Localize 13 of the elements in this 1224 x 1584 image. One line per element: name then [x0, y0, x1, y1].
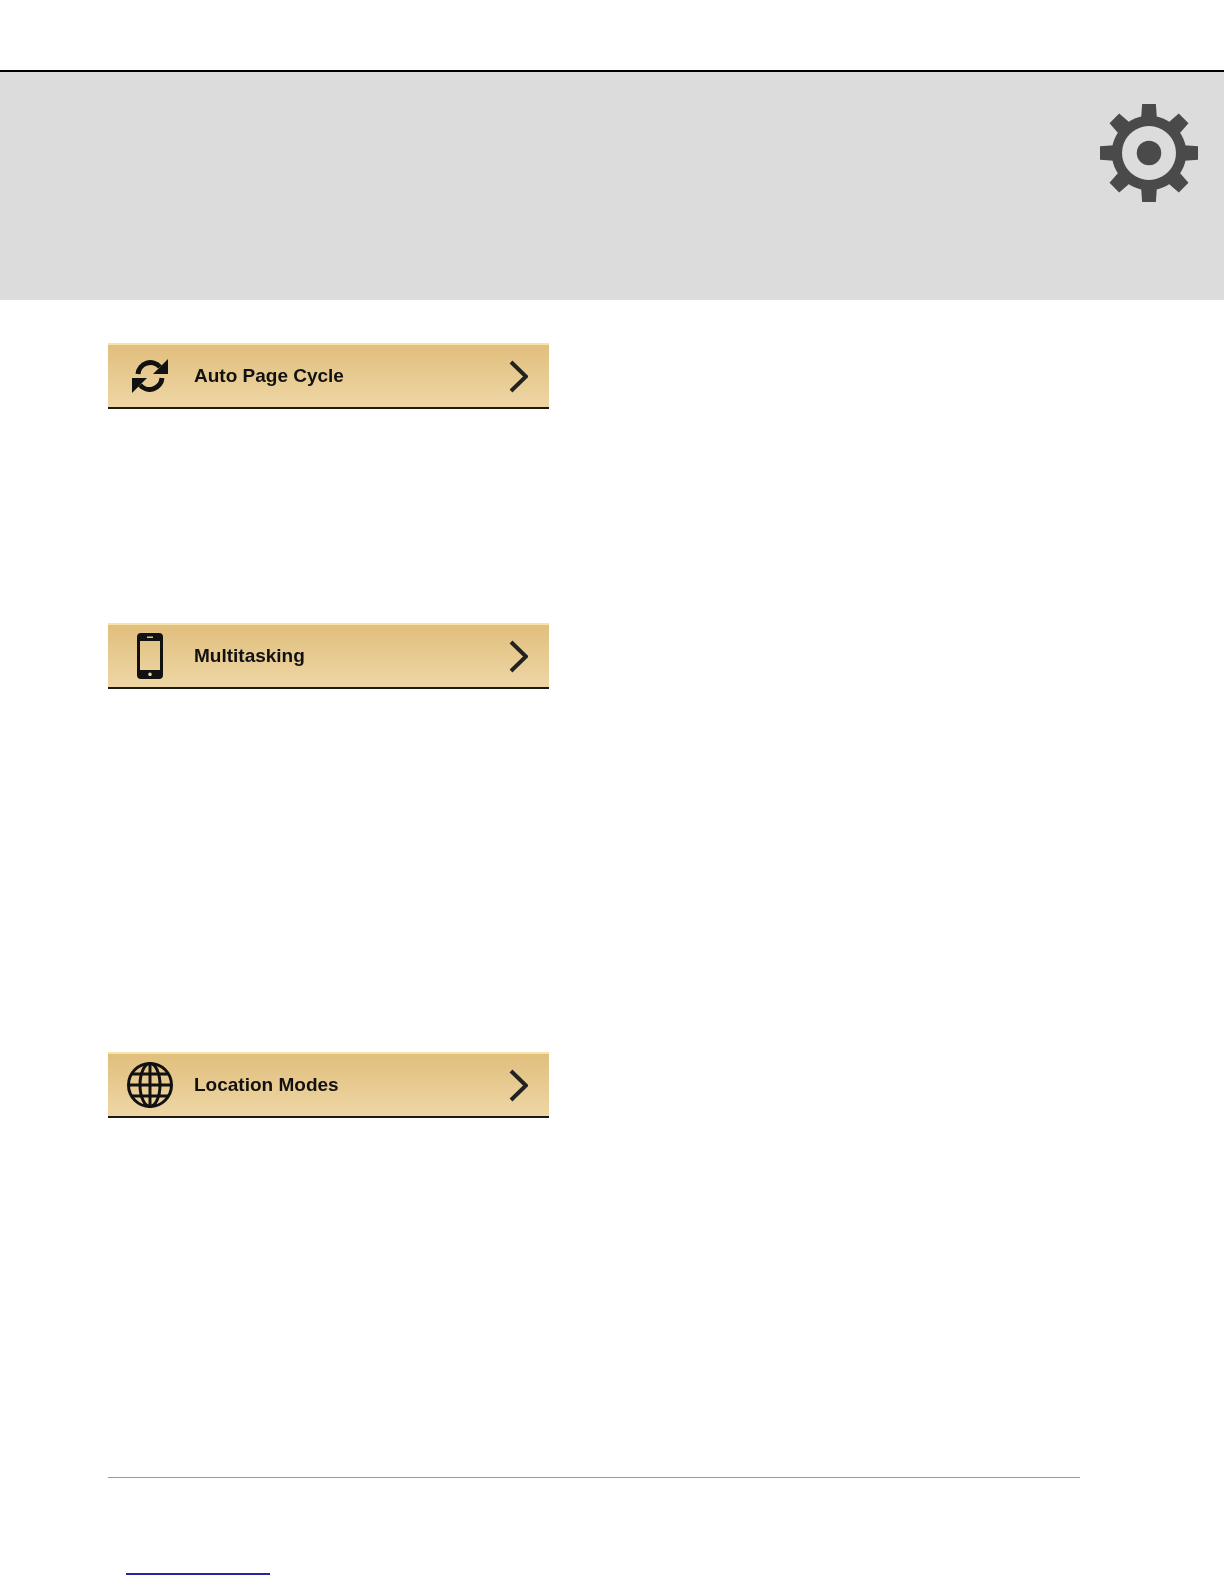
menu-item[interactable]: Location Modes [108, 1052, 549, 1118]
chevron-right-icon [509, 359, 528, 393]
globe-icon [127, 1062, 173, 1108]
smartphone-icon [137, 633, 163, 679]
chevron-right-icon [509, 1068, 528, 1102]
refresh-icon [131, 358, 169, 394]
menu-item[interactable]: Multitasking [108, 623, 549, 689]
chevron-right-icon [509, 639, 528, 673]
menu-item-label: Location Modes [194, 1072, 340, 1097]
menu-item-label: Auto Page Cycle [194, 363, 345, 388]
menu-item-label: Multitasking [194, 643, 306, 668]
settings-icon [1100, 104, 1198, 202]
menu-item[interactable]: Auto Page Cycle [108, 343, 549, 409]
